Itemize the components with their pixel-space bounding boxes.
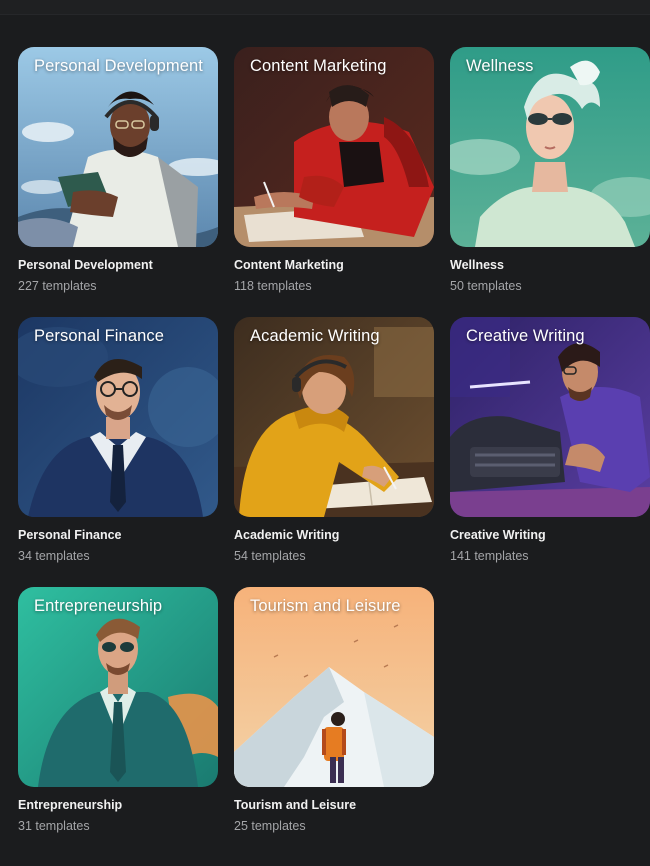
- entrepreneur-illustration: [18, 587, 218, 787]
- category-thumbnail[interactable]: Wellness: [450, 47, 650, 247]
- category-thumbnail[interactable]: Personal Development: [18, 47, 218, 247]
- template-count: 31 templates: [18, 819, 90, 833]
- businessman-illustration: [18, 317, 218, 517]
- category-thumbnail[interactable]: Content Marketing: [234, 47, 434, 247]
- template-count: 34 templates: [18, 549, 90, 563]
- thumbnail-title: Content Marketing: [250, 57, 387, 75]
- category-card-entrepreneurship[interactable]: Entrepreneurship Entrepreneurship 31 tem…: [18, 587, 218, 834]
- thumbnail-title: Academic Writing: [250, 327, 380, 345]
- thumbnail-title: Entrepreneurship: [34, 597, 163, 615]
- category-card-academic-writing[interactable]: Academic Writing Academic Writing 54 tem…: [234, 317, 434, 564]
- category-thumbnail[interactable]: Tourism and Leisure: [234, 587, 434, 787]
- category-name[interactable]: Tourism and Leisure: [234, 797, 434, 813]
- category-thumbnail[interactable]: Academic Writing: [234, 317, 434, 517]
- thumbnail-title: Wellness: [466, 57, 534, 75]
- template-count: 227 templates: [18, 279, 97, 293]
- thumbnail-title: Personal Development: [34, 57, 203, 75]
- category-name[interactable]: Entrepreneurship: [18, 797, 218, 813]
- thumbnail-title: Personal Finance: [34, 327, 165, 345]
- category-name[interactable]: Wellness: [450, 257, 650, 273]
- thumbnail-title: Tourism and Leisure: [250, 597, 401, 615]
- man-typewriter-illustration: [450, 317, 650, 517]
- template-count: 141 templates: [450, 549, 529, 563]
- category-card-tourism-and-leisure[interactable]: Tourism and Leisure Tourism and Leisure …: [234, 587, 434, 834]
- student-writing-illustration: [234, 317, 434, 517]
- person-reading-illustration: [18, 47, 218, 247]
- category-name[interactable]: Academic Writing: [234, 527, 434, 543]
- top-strip: [0, 0, 650, 15]
- thumbnail-title: Creative Writing: [466, 327, 585, 345]
- woman-relaxing-illustration: [450, 47, 650, 247]
- category-card-personal-development[interactable]: Personal Development Personal Developmen…: [18, 47, 218, 294]
- category-name[interactable]: Personal Development: [18, 257, 218, 273]
- category-thumbnail[interactable]: Entrepreneurship: [18, 587, 218, 787]
- template-count: 50 templates: [450, 279, 522, 293]
- category-card-content-marketing[interactable]: Content Marketing Content Marketing 118 …: [234, 47, 434, 294]
- category-card-creative-writing[interactable]: Creative Writing Creative Writing 141 te…: [450, 317, 650, 564]
- category-thumbnail[interactable]: Creative Writing: [450, 317, 650, 517]
- category-name[interactable]: Personal Finance: [18, 527, 218, 543]
- template-count: 54 templates: [234, 549, 306, 563]
- category-card-wellness[interactable]: Wellness Wellness 50 templates: [450, 47, 650, 294]
- category-name[interactable]: Creative Writing: [450, 527, 650, 543]
- category-card-personal-finance[interactable]: Personal Finance Personal Finance 34 tem…: [18, 317, 218, 564]
- category-thumbnail[interactable]: Personal Finance: [18, 317, 218, 517]
- person-writing-illustration: [234, 47, 434, 247]
- template-count: 118 templates: [234, 279, 312, 293]
- template-count: 25 templates: [234, 819, 306, 833]
- category-name[interactable]: Content Marketing: [234, 257, 434, 273]
- hiker-mountain-illustration: [234, 587, 434, 787]
